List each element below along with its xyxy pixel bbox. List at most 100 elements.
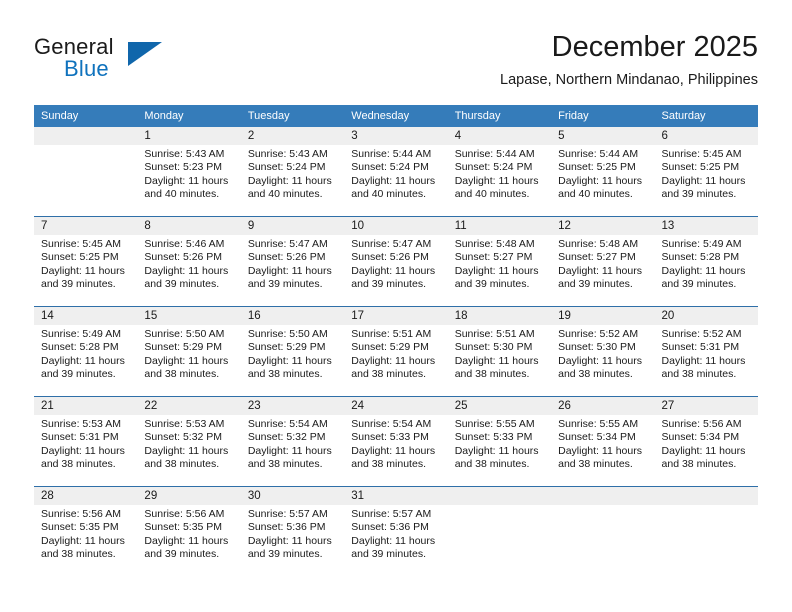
calendar-day-cell[interactable]: 25 Sunrise: 5:55 AM Sunset: 5:33 PM Dayligh… <box>447 396 552 487</box>
sunset-text: Sunset: 5:32 PM <box>144 431 223 444</box>
day-cell-inner: 3 Sunrise: 5:44 AM Sunset: 5:24 PM Daylight… <box>344 127 448 216</box>
sunrise-text: Sunrise: 5:54 AM <box>351 418 432 430</box>
day-details: Sunrise: 5:55 AM Sunset: 5:33 PM Daylight:… <box>448 415 551 472</box>
day-cell-inner: 4 Sunrise: 5:44 AM Sunset: 5:24 PM Daylight… <box>447 127 552 216</box>
day-cell-inner: 18 Sunrise: 5:51 AM Sunset: 5:30 PM Dayligh… <box>447 307 552 396</box>
weekday-header-friday: Friday <box>551 105 655 127</box>
day-cell-inner: 31 Sunrise: 5:57 AM Sunset: 5:36 PM Dayligh… <box>344 487 448 576</box>
calendar-day-cell[interactable]: 24 Sunrise: 5:54 AM Sunset: 5:33 PM Dayligh… <box>344 396 448 487</box>
calendar-day-cell[interactable]: 1 Sunrise: 5:43 AM Sunset: 5:23 PM Daylight… <box>137 127 241 217</box>
calendar-day-cell[interactable]: 18 Sunrise: 5:51 AM Sunset: 5:30 PM Dayligh… <box>447 306 552 397</box>
calendar-day-cell[interactable]: 4 Sunrise: 5:44 AM Sunset: 5:24 PM Daylight… <box>447 127 552 217</box>
calendar-day-cell[interactable]: 19 Sunrise: 5:52 AM Sunset: 5:30 PM Dayligh… <box>551 306 655 397</box>
sunrise-text: Sunrise: 5:44 AM <box>454 148 535 160</box>
calendar-day-cell[interactable]: 12 Sunrise: 5:48 AM Sunset: 5:27 PM Dayligh… <box>551 216 655 307</box>
sunrise-text: Sunrise: 5:57 AM <box>351 508 432 520</box>
day-cell-inner: 2 Sunrise: 5:43 AM Sunset: 5:24 PM Daylight… <box>240 127 345 216</box>
calendar-day-cell[interactable]: 23 Sunrise: 5:54 AM Sunset: 5:32 PM Dayligh… <box>240 396 345 487</box>
sunrise-text: Sunrise: 5:56 AM <box>41 508 121 520</box>
calendar-day-cell[interactable]: 13 Sunrise: 5:49 AM Sunset: 5:28 PM Dayligh… <box>654 216 758 307</box>
sunrise-text: Sunrise: 5:51 AM <box>454 328 535 340</box>
day-number: 21 <box>34 397 138 415</box>
calendar-day-cell[interactable] <box>551 486 655 576</box>
calendar-day-cell[interactable]: 31 Sunrise: 5:57 AM Sunset: 5:36 PM Dayligh… <box>344 486 448 576</box>
sunset-text: Sunset: 5:32 PM <box>247 431 326 444</box>
daylight-text: Daylight: 11 hours and 39 minutes. <box>247 534 332 561</box>
sunrise-text: Sunrise: 5:52 AM <box>661 328 742 340</box>
calendar-day-cell[interactable] <box>654 486 758 576</box>
weekday-header-wednesday: Wednesday <box>344 105 448 127</box>
day-number <box>34 127 138 145</box>
day-details: Sunrise: 5:52 AM Sunset: 5:30 PM Daylight:… <box>551 325 654 382</box>
day-number: 2 <box>240 127 345 145</box>
calendar-day-cell[interactable] <box>34 127 138 217</box>
calendar-day-cell[interactable] <box>447 486 552 576</box>
day-cell-inner: 7 Sunrise: 5:45 AM Sunset: 5:25 PM Daylight… <box>34 217 138 306</box>
day-details: Sunrise: 5:46 AM Sunset: 5:26 PM Daylight:… <box>137 235 240 292</box>
day-number: 1 <box>137 127 241 145</box>
calendar-day-cell[interactable]: 29 Sunrise: 5:56 AM Sunset: 5:35 PM Dayligh… <box>137 486 241 576</box>
weekday-header-thursday: Thursday <box>447 105 552 127</box>
sunset-text: Sunset: 5:31 PM <box>41 431 119 444</box>
daylight-text: Daylight: 11 hours and 39 minutes. <box>41 264 125 291</box>
calendar-day-cell[interactable]: 16 Sunrise: 5:50 AM Sunset: 5:29 PM Dayligh… <box>240 306 345 397</box>
calendar-day-cell[interactable]: 14 Sunrise: 5:49 AM Sunset: 5:28 PM Dayligh… <box>34 306 138 397</box>
day-details: Sunrise: 5:54 AM Sunset: 5:33 PM Daylight:… <box>344 415 447 472</box>
day-details: Sunrise: 5:49 AM Sunset: 5:28 PM Daylight:… <box>655 235 758 292</box>
daylight-text: Daylight: 11 hours and 38 minutes. <box>41 444 125 471</box>
calendar-day-cell[interactable]: 21 Sunrise: 5:53 AM Sunset: 5:31 PM Dayligh… <box>34 396 138 487</box>
sunset-text: Sunset: 5:36 PM <box>351 521 429 534</box>
day-details: Sunrise: 5:50 AM Sunset: 5:29 PM Daylight:… <box>241 325 344 382</box>
calendar-day-cell[interactable]: 8 Sunrise: 5:46 AM Sunset: 5:26 PM Daylight… <box>137 216 241 307</box>
sunrise-text: Sunrise: 5:54 AM <box>247 418 328 430</box>
day-details: Sunrise: 5:47 AM Sunset: 5:26 PM Daylight:… <box>344 235 447 292</box>
day-details: Sunrise: 5:56 AM Sunset: 5:34 PM Daylight:… <box>655 415 758 472</box>
calendar-day-cell[interactable]: 30 Sunrise: 5:57 AM Sunset: 5:36 PM Dayligh… <box>240 486 345 576</box>
calendar-day-cell[interactable]: 17 Sunrise: 5:51 AM Sunset: 5:29 PM Dayligh… <box>344 306 448 397</box>
day-number: 6 <box>654 127 758 145</box>
sunset-text: Sunset: 5:30 PM <box>558 341 636 354</box>
weekday-header-monday: Monday <box>137 105 241 127</box>
calendar-week-row: 1 Sunrise: 5:43 AM Sunset: 5:23 PM Daylight… <box>34 127 758 217</box>
calendar-day-cell[interactable]: 3 Sunrise: 5:44 AM Sunset: 5:24 PM Daylight… <box>344 127 448 217</box>
day-number: 9 <box>240 217 345 235</box>
sunset-text: Sunset: 5:26 PM <box>144 251 223 264</box>
day-cell-inner: 25 Sunrise: 5:55 AM Sunset: 5:33 PM Dayligh… <box>447 397 552 486</box>
sunset-text: Sunset: 5:28 PM <box>41 341 119 354</box>
day-number: 16 <box>240 307 345 325</box>
calendar-day-cell[interactable]: 28 Sunrise: 5:56 AM Sunset: 5:35 PM Dayligh… <box>34 486 138 576</box>
sunset-text: Sunset: 5:26 PM <box>351 251 429 264</box>
day-cell-inner: 11 Sunrise: 5:48 AM Sunset: 5:27 PM Dayligh… <box>447 217 552 306</box>
calendar-day-cell[interactable]: 27 Sunrise: 5:56 AM Sunset: 5:34 PM Dayligh… <box>654 396 758 487</box>
general-blue-logo[interactable]: General Blue <box>34 34 234 92</box>
calendar-day-cell[interactable]: 26 Sunrise: 5:55 AM Sunset: 5:34 PM Dayligh… <box>551 396 655 487</box>
calendar-day-cell[interactable]: 7 Sunrise: 5:45 AM Sunset: 5:25 PM Daylight… <box>34 216 138 307</box>
calendar-day-cell[interactable]: 2 Sunrise: 5:43 AM Sunset: 5:24 PM Daylight… <box>240 127 345 217</box>
weekday-header-saturday: Saturday <box>654 105 758 127</box>
sunset-text: Sunset: 5:25 PM <box>661 161 740 174</box>
calendar-day-cell[interactable]: 9 Sunrise: 5:47 AM Sunset: 5:26 PM Daylight… <box>240 216 345 307</box>
sunset-text: Sunset: 5:33 PM <box>454 431 533 444</box>
day-number: 20 <box>654 307 758 325</box>
calendar-day-cell[interactable]: 20 Sunrise: 5:52 AM Sunset: 5:31 PM Dayligh… <box>654 306 758 397</box>
daylight-text: Daylight: 11 hours and 38 minutes. <box>454 354 539 381</box>
sunrise-text: Sunrise: 5:45 AM <box>41 238 121 250</box>
sunset-text: Sunset: 5:30 PM <box>454 341 533 354</box>
day-cell-inner: 12 Sunrise: 5:48 AM Sunset: 5:27 PM Dayligh… <box>551 217 655 306</box>
daylight-text: Daylight: 11 hours and 39 minutes. <box>144 534 229 561</box>
calendar-day-cell[interactable]: 22 Sunrise: 5:53 AM Sunset: 5:32 PM Dayligh… <box>137 396 241 487</box>
calendar-day-cell[interactable]: 10 Sunrise: 5:47 AM Sunset: 5:26 PM Dayligh… <box>344 216 448 307</box>
daylight-text: Daylight: 11 hours and 38 minutes. <box>351 354 436 381</box>
day-number: 23 <box>240 397 345 415</box>
calendar-day-cell[interactable]: 11 Sunrise: 5:48 AM Sunset: 5:27 PM Dayligh… <box>447 216 552 307</box>
daylight-text: Daylight: 11 hours and 40 minutes. <box>558 174 642 201</box>
day-number: 25 <box>447 397 552 415</box>
daylight-text: Daylight: 11 hours and 38 minutes. <box>454 444 539 471</box>
day-details: Sunrise: 5:49 AM Sunset: 5:28 PM Daylight:… <box>34 325 137 382</box>
calendar-day-cell[interactable]: 6 Sunrise: 5:45 AM Sunset: 5:25 PM Daylight… <box>654 127 758 217</box>
calendar-day-cell[interactable]: 15 Sunrise: 5:50 AM Sunset: 5:29 PM Dayligh… <box>137 306 241 397</box>
day-cell-inner: 26 Sunrise: 5:55 AM Sunset: 5:34 PM Dayligh… <box>551 397 655 486</box>
calendar-day-cell[interactable]: 5 Sunrise: 5:44 AM Sunset: 5:25 PM Daylight… <box>551 127 655 217</box>
day-details: Sunrise: 5:57 AM Sunset: 5:36 PM Daylight:… <box>344 505 447 562</box>
daylight-text: Daylight: 11 hours and 40 minutes. <box>454 174 539 201</box>
